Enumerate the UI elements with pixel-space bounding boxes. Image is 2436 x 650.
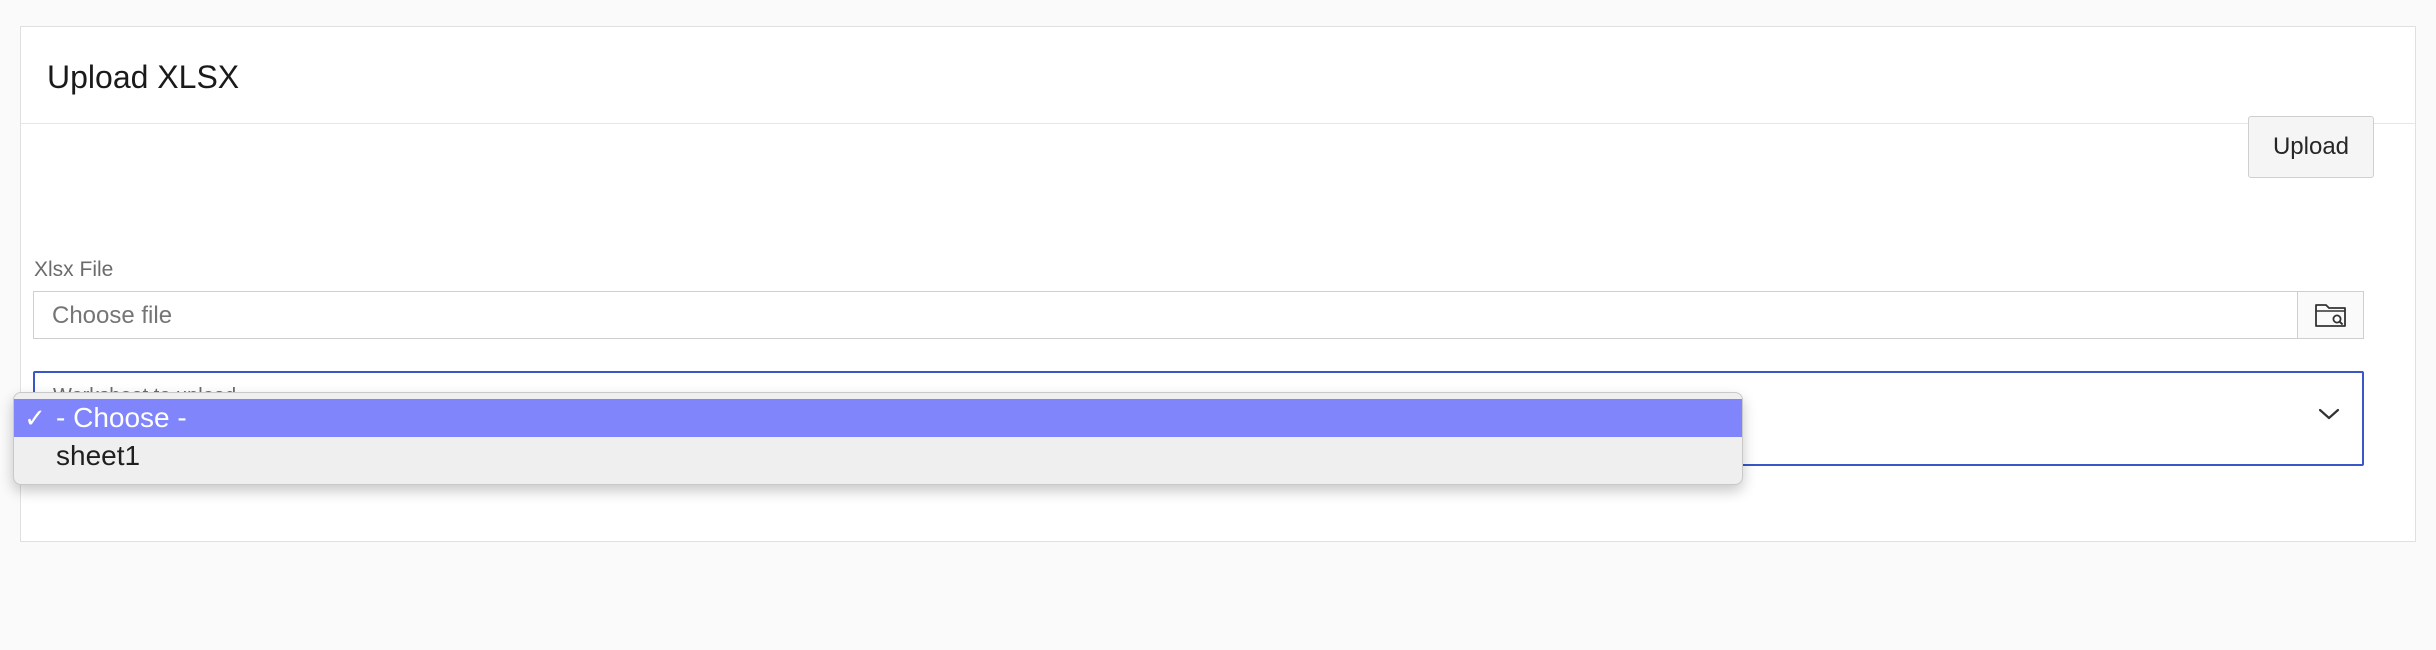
region-title: Upload XLSX (47, 59, 240, 95)
dropdown-option-choose[interactable]: ✓ - Choose - (14, 399, 1742, 437)
file-input-placeholder: Choose file (52, 302, 173, 329)
option-label: - Choose - (56, 402, 187, 433)
dropdown-option-sheet1[interactable]: sheet1 (14, 437, 1742, 475)
check-icon: ✓ (24, 403, 46, 433)
xlsx-file-input[interactable]: Choose file (33, 291, 2298, 339)
option-label: sheet1 (56, 440, 141, 471)
folder-search-icon (2314, 304, 2346, 327)
chevron-down-icon (2318, 408, 2340, 420)
browse-file-button[interactable] (2297, 291, 2364, 339)
xlsx-file-label: Xlsx File (34, 258, 114, 281)
region-header: Upload XLSX (21, 27, 2415, 124)
worksheet-dropdown-menu: ✓ - Choose - sheet1 (13, 392, 1743, 485)
upload-button[interactable]: Upload (2248, 116, 2374, 178)
